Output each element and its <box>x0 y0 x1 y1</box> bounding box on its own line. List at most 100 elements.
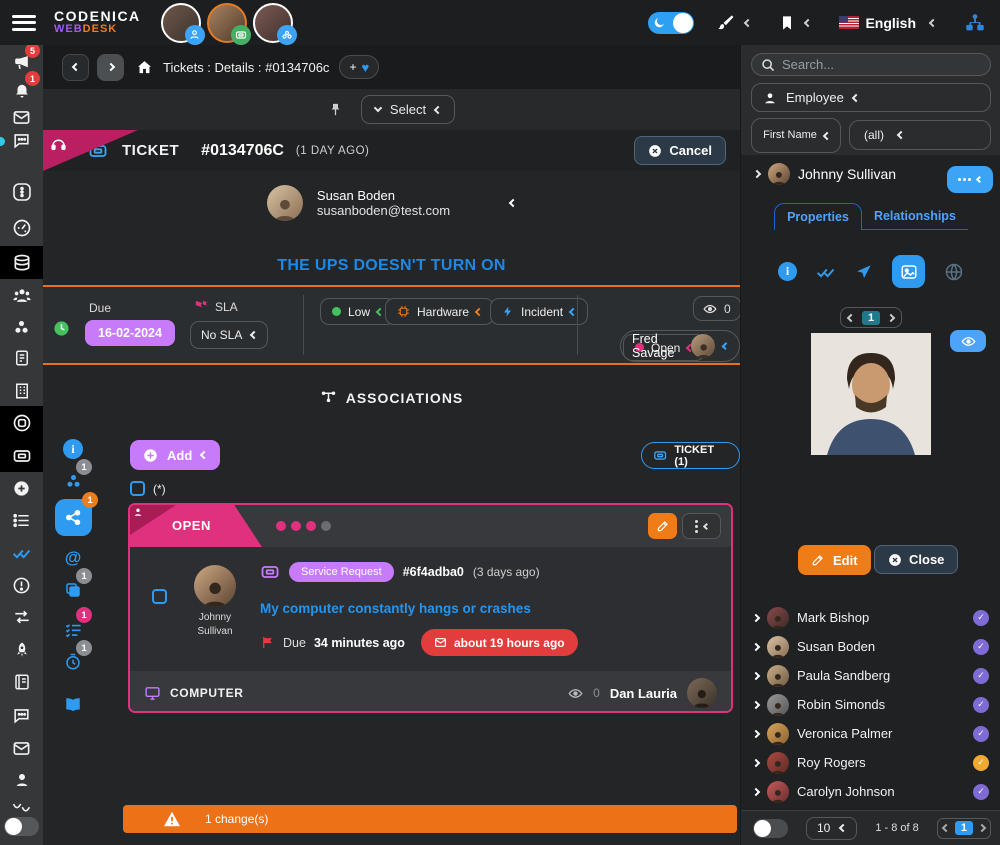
person-status-icon[interactable]: ✓ <box>973 755 989 771</box>
list-view-icon[interactable] <box>0 505 43 535</box>
requester-chevron-icon[interactable] <box>509 199 517 207</box>
row-expand-icon[interactable] <box>752 787 760 795</box>
page-size-dropdown[interactable]: 10 <box>806 817 857 840</box>
search-input[interactable] <box>782 57 962 72</box>
approvals-icon[interactable] <box>0 538 43 568</box>
contracts-icon[interactable] <box>0 343 43 373</box>
expand-chevron-icon[interactable] <box>753 170 761 178</box>
person-list-item[interactable]: Susan Boden ✓ <box>741 632 1000 661</box>
list-toggle[interactable] <box>753 819 788 838</box>
photo-next-icon[interactable] <box>887 313 895 321</box>
select-dropdown[interactable]: Select <box>361 95 455 124</box>
person-list-item[interactable]: Mark Bishop ✓ <box>741 603 1000 632</box>
agent-avatar-3[interactable] <box>253 3 293 43</box>
sidebar-toggle[interactable] <box>4 817 39 836</box>
filter-value-dropdown[interactable]: (all) <box>849 120 991 150</box>
requester-block[interactable]: Susan Boden susanboden@test.com <box>43 185 740 221</box>
tickets-icon[interactable] <box>0 439 43 472</box>
row-expand-icon[interactable] <box>752 758 760 766</box>
type-pill[interactable]: Incident <box>490 298 588 325</box>
row-expand-icon[interactable] <box>752 729 760 737</box>
pin-icon[interactable] <box>328 100 343 119</box>
person-status-icon[interactable]: ✓ <box>973 697 989 713</box>
ticket-filter-button[interactable]: TICKET (1) <box>641 442 740 469</box>
theme-brush-icon[interactable] <box>716 13 735 32</box>
edit-button[interactable]: Edit <box>798 545 871 575</box>
selected-person-row[interactable]: Johnny Sullivan <box>741 163 1000 185</box>
photo-prev-icon[interactable] <box>847 313 855 321</box>
language-label[interactable]: English <box>865 15 916 31</box>
associated-ticket-card[interactable]: OPEN Johnny Sullivan Service Request <box>128 503 733 713</box>
notifications-bell-icon[interactable]: 1 <box>0 75 43 105</box>
filter-field-dropdown[interactable]: First Name <box>751 118 841 153</box>
time-tab-icon[interactable]: 1 <box>53 647 93 677</box>
asset-label[interactable]: COMPUTER <box>170 686 243 700</box>
search-box[interactable] <box>751 53 991 76</box>
person-status-icon[interactable]: ✓ <box>973 668 989 684</box>
agent-avatar-1[interactable] <box>161 3 201 43</box>
photo-view-button[interactable] <box>950 330 986 352</box>
knowledge-tab-icon[interactable] <box>53 690 93 720</box>
copies-tab-icon[interactable]: 1 <box>53 575 93 605</box>
add-association-button[interactable]: Add <box>130 440 220 470</box>
create-new-icon[interactable] <box>0 473 43 503</box>
row-expand-icon[interactable] <box>752 642 760 650</box>
row-expand-icon[interactable] <box>752 671 760 679</box>
assoc-type-pill[interactable]: Service Request <box>289 562 394 582</box>
page-prev-icon[interactable] <box>942 824 950 832</box>
due-date-pill[interactable]: 16-02-2024 <box>85 320 175 346</box>
email-icon[interactable] <box>0 733 43 763</box>
sitemap-icon[interactable] <box>964 12 986 34</box>
assoc-checkbox[interactable] <box>152 589 167 604</box>
location-section-icon[interactable] <box>855 263 873 281</box>
assoc-more-button[interactable] <box>682 513 721 539</box>
select-all-checkbox[interactable] <box>130 481 145 496</box>
bookmark-icon[interactable] <box>779 14 795 32</box>
person-status-icon[interactable]: ✓ <box>973 610 989 626</box>
transfers-icon[interactable] <box>0 602 43 632</box>
home-icon[interactable] <box>136 59 153 76</box>
assoc-edit-button[interactable] <box>648 513 677 539</box>
menu-icon[interactable] <box>12 15 36 31</box>
target-icon[interactable] <box>0 406 43 439</box>
add-favorite-button[interactable]: + ♥ <box>339 55 379 79</box>
row-expand-icon[interactable] <box>752 700 760 708</box>
assets-icon[interactable] <box>0 312 43 342</box>
dashboard-gauge-icon[interactable] <box>0 213 43 243</box>
watchers-box[interactable]: 0 <box>693 296 741 321</box>
row-expand-icon[interactable] <box>752 613 760 621</box>
nav-back-button[interactable] <box>62 54 89 81</box>
photo-section-button[interactable] <box>892 255 925 288</box>
person-list-item[interactable]: Robin Simonds ✓ <box>741 690 1000 719</box>
checks-section-icon[interactable] <box>816 262 836 282</box>
profile-icon[interactable] <box>0 765 43 795</box>
agent-avatar-2[interactable] <box>207 3 247 43</box>
nav-forward-button[interactable] <box>97 54 124 81</box>
info-section-icon[interactable]: i <box>778 262 797 281</box>
assoc-ticket-title[interactable]: My computer constantly hangs or crashes <box>260 601 531 616</box>
person-status-icon[interactable]: ✓ <box>973 784 989 800</box>
releases-rocket-icon[interactable] <box>0 635 43 665</box>
dark-mode-toggle[interactable] <box>648 12 694 34</box>
category-pill[interactable]: Hardware <box>385 298 494 325</box>
globe-section-icon[interactable] <box>944 262 964 282</box>
problems-icon[interactable] <box>0 570 43 600</box>
organizations-icon[interactable] <box>0 376 43 406</box>
associations-tab-icon[interactable]: 1 <box>55 499 92 536</box>
tasks-tab-icon[interactable]: 1 <box>53 614 93 644</box>
changes-warning-bar[interactable]: 1 change(s) <box>123 805 737 833</box>
person-status-icon[interactable]: ✓ <box>973 726 989 742</box>
entity-dropdown[interactable]: Employee <box>751 83 991 112</box>
person-list-item[interactable]: Roy Rogers ✓ <box>741 748 1000 777</box>
priority-pill[interactable]: Low <box>320 298 395 325</box>
tab-properties[interactable]: Properties <box>774 203 862 230</box>
language-chevron-icon[interactable] <box>929 18 937 26</box>
person-list-item[interactable]: Paula Sandberg ✓ <box>741 661 1000 690</box>
database-icon[interactable] <box>0 246 43 279</box>
close-button[interactable]: Close <box>874 545 958 574</box>
cancel-button[interactable]: Cancel <box>634 136 726 165</box>
bookmark-chevron-icon[interactable] <box>804 18 812 26</box>
messages-icon[interactable] <box>0 700 43 730</box>
journal-icon[interactable] <box>0 667 43 697</box>
chat-icon[interactable] <box>0 125 43 155</box>
